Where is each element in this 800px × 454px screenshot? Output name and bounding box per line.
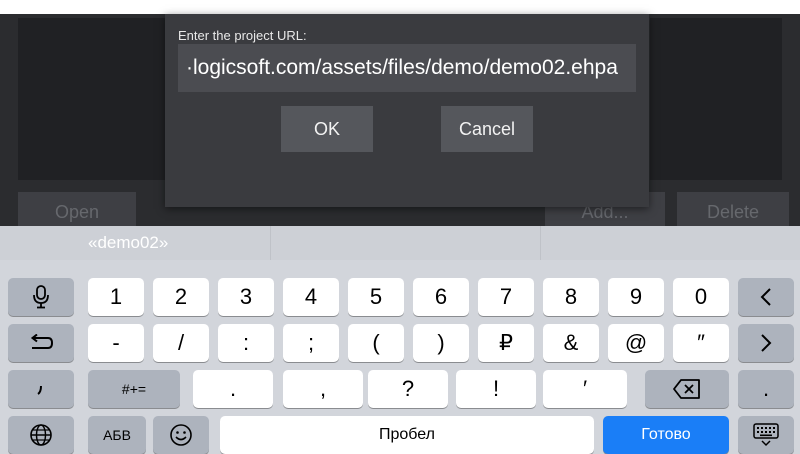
emoji-icon bbox=[169, 423, 193, 447]
key-5[interactable]: 5 bbox=[348, 278, 404, 316]
key-8[interactable]: 8 bbox=[543, 278, 599, 316]
left-arrow-icon bbox=[759, 287, 773, 307]
key-period[interactable]: . bbox=[193, 370, 273, 408]
key-colon[interactable]: : bbox=[218, 324, 274, 362]
key-6[interactable]: 6 bbox=[413, 278, 469, 316]
project-thumbnail-right[interactable] bbox=[650, 18, 782, 180]
key-close-paren[interactable]: ) bbox=[413, 324, 469, 362]
key-7[interactable]: 7 bbox=[478, 278, 534, 316]
hide-keyboard-key[interactable] bbox=[738, 416, 794, 454]
left-arrow-key[interactable] bbox=[738, 278, 794, 316]
key-9[interactable]: 9 bbox=[608, 278, 664, 316]
emoji-key[interactable] bbox=[153, 416, 209, 454]
backspace-icon bbox=[673, 379, 701, 399]
key-4[interactable]: 4 bbox=[283, 278, 339, 316]
suggestion-item[interactable]: «demo02» bbox=[88, 226, 168, 260]
right-arrow-icon bbox=[759, 333, 773, 353]
top-strip bbox=[0, 0, 800, 14]
key-1[interactable]: 1 bbox=[88, 278, 144, 316]
key-prime[interactable]: ′ bbox=[543, 370, 627, 408]
dialog-label: Enter the project URL: bbox=[178, 28, 307, 43]
key-3[interactable]: 3 bbox=[218, 278, 274, 316]
key-double-prime[interactable]: ″ bbox=[673, 324, 729, 362]
key-0[interactable]: 0 bbox=[673, 278, 729, 316]
done-key[interactable]: Готово bbox=[603, 416, 729, 454]
key-dash[interactable]: - bbox=[88, 324, 144, 362]
project-url-input[interactable]: ·logicsoft.com/assets/files/demo/demo02.… bbox=[178, 44, 636, 92]
key-2[interactable]: 2 bbox=[153, 278, 209, 316]
comma-left-key[interactable] bbox=[8, 370, 74, 408]
space-key[interactable]: Пробел bbox=[220, 416, 594, 454]
key-semicolon[interactable]: ; bbox=[283, 324, 339, 362]
key-ruble[interactable]: ₽ bbox=[478, 324, 534, 362]
keyboard-dismiss-icon bbox=[753, 423, 779, 447]
key-open-paren[interactable]: ( bbox=[348, 324, 404, 362]
key-exclamation[interactable]: ! bbox=[456, 370, 536, 408]
globe-icon bbox=[29, 423, 53, 447]
undo-key[interactable] bbox=[8, 324, 74, 362]
backspace-key[interactable] bbox=[645, 370, 729, 408]
comma-glyph bbox=[37, 382, 45, 396]
key-ampersand[interactable]: & bbox=[543, 324, 599, 362]
key-question[interactable]: ? bbox=[368, 370, 448, 408]
alphabet-key[interactable]: АБВ bbox=[88, 416, 146, 454]
project-thumbnail-left[interactable] bbox=[18, 18, 166, 180]
cancel-button[interactable]: Cancel bbox=[441, 106, 533, 152]
project-url-dialog: Enter the project URL: ·logicsoft.com/as… bbox=[165, 14, 649, 207]
on-screen-keyboard: «demo02» 1 2 3 4 5 6 7 8 9 0 - / : ; ( )… bbox=[0, 226, 800, 454]
globe-key[interactable] bbox=[8, 416, 74, 454]
suggestion-divider bbox=[540, 226, 541, 260]
undo-icon bbox=[28, 334, 54, 352]
key-at[interactable]: @ bbox=[608, 324, 664, 362]
key-comma[interactable]: , bbox=[283, 370, 363, 408]
dictation-key[interactable] bbox=[8, 278, 74, 316]
right-arrow-key[interactable] bbox=[738, 324, 794, 362]
symbols-key[interactable]: #+= bbox=[88, 370, 180, 408]
suggestion-bar: «demo02» bbox=[0, 226, 800, 260]
ok-button[interactable]: OK bbox=[281, 106, 373, 152]
dot-right-key[interactable]: . bbox=[738, 370, 794, 408]
suggestion-divider bbox=[270, 226, 271, 260]
key-slash[interactable]: / bbox=[153, 324, 209, 362]
microphone-icon bbox=[32, 285, 50, 309]
